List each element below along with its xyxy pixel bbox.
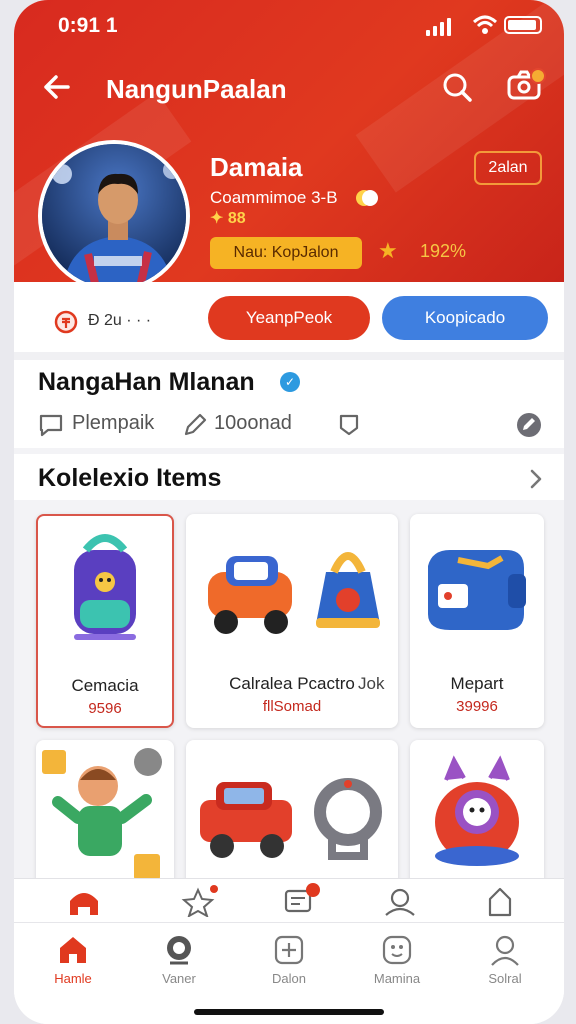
home-fill-icon[interactable]	[66, 887, 102, 917]
camera-icon[interactable]	[506, 68, 542, 102]
bottom-bar: Hamle Vaner Dalon Mamina Solral	[14, 878, 564, 1024]
rank-badge: Nau: KopJalon	[210, 237, 362, 269]
item-extra-label: Jok	[358, 674, 385, 693]
meta-label-1: Plempaik	[72, 412, 155, 434]
chevron-right-icon[interactable]	[526, 466, 546, 492]
profile-emoji: ✦ 88	[210, 210, 246, 227]
message-badge	[306, 883, 320, 897]
nav-title: NangunPaalan	[106, 74, 287, 104]
secondary-tabs	[14, 879, 564, 923]
meta-label-2: 10oonad	[214, 412, 292, 434]
item-price: fllSomad	[262, 698, 322, 715]
toys-icon	[208, 552, 380, 634]
nav-search[interactable]: Vaner	[134, 933, 224, 986]
star-badge	[210, 885, 218, 893]
collection-grid: Cemacia 9596 Calralea Pcactro fllSomad J…	[14, 500, 564, 890]
message-button[interactable]: Koopicado	[382, 296, 548, 340]
level-percent: 192%	[420, 241, 467, 261]
user-icon	[491, 935, 519, 966]
edit-circle-icon[interactable]	[514, 410, 544, 440]
collection-title: Kolelexio Items	[38, 464, 222, 492]
home-indicator	[194, 1009, 384, 1015]
signal-icon	[426, 18, 451, 36]
nav-label: Vaner	[162, 971, 196, 986]
meta-row: Plempaik 10oonad	[14, 408, 564, 442]
phone-screen: 0:91 1 NangunPaalan Damaia Coammimoe 3-B…	[14, 0, 564, 1024]
creature-icon	[435, 755, 519, 866]
chat-icon[interactable]	[38, 412, 64, 438]
pencil-icon[interactable]	[182, 412, 208, 438]
nav-profile[interactable]: Solral	[460, 933, 550, 986]
bottom-nav: Hamle Vaner Dalon Mamina Solral	[14, 933, 564, 1003]
notification-dot	[530, 68, 546, 84]
item-card-car-bag[interactable]: Calralea Pcactro fllSomad Jok	[186, 514, 398, 728]
search-icon[interactable]	[440, 70, 474, 104]
search-icon	[167, 936, 191, 965]
item-name: Mepart	[450, 674, 504, 693]
player-photo	[42, 144, 186, 288]
fire-icon: ★	[378, 238, 398, 263]
home-icon	[60, 937, 86, 963]
profile-outline-icon[interactable]	[382, 887, 418, 917]
share-icon[interactable]	[482, 887, 518, 917]
nav-grid[interactable]: Dalon	[244, 933, 334, 986]
follower-count: Đ 2u · · ·	[88, 312, 152, 329]
nav-label: Hamle	[54, 971, 92, 986]
divider	[14, 448, 564, 454]
profile-subtitle: Coammimoe 3-B	[210, 188, 338, 207]
nav-messages[interactable]: Mamina	[352, 933, 442, 986]
bookmark-icon[interactable]	[336, 412, 362, 438]
top-nav: NangunPaalan	[14, 62, 564, 112]
profile-name: Damaia	[210, 152, 303, 182]
action-strip: Đ 2u · · · YeanpPeok Koopicado	[14, 282, 564, 352]
display-name: NangaHan Mlanan	[38, 368, 255, 396]
status-bar: 0:91 1	[14, 0, 564, 50]
item-card-creature[interactable]	[410, 740, 544, 890]
follow-button[interactable]: YeanpPeok	[208, 296, 370, 340]
item-name: Cemacia	[71, 676, 139, 695]
figure-icon	[42, 748, 162, 880]
grid-icon	[274, 935, 304, 965]
item-card-vehicle[interactable]	[186, 740, 398, 890]
online-indicator	[362, 190, 378, 206]
wifi-icon	[472, 15, 498, 34]
nav-label: Mamina	[373, 971, 421, 986]
divider	[14, 352, 564, 360]
profile-header: 0:91 1 NangunPaalan Damaia Coammimoe 3-B…	[14, 0, 564, 292]
item-card-machine[interactable]: Mepart 39996	[410, 514, 544, 728]
backpack-icon	[74, 534, 136, 640]
battery-icon	[504, 16, 542, 34]
edit-profile-button[interactable]: 2alan	[474, 151, 542, 185]
item-card-backpack[interactable]: Cemacia 9596	[36, 514, 174, 728]
nav-home[interactable]: Hamle	[28, 933, 118, 986]
status-time: 0:91 1	[58, 14, 118, 37]
machine-icon	[428, 550, 526, 630]
coin-icon	[54, 310, 78, 334]
verified-icon: ✓	[280, 372, 300, 392]
item-card-figure[interactable]	[36, 740, 174, 890]
nav-label: Solral	[488, 971, 522, 986]
smile-icon	[382, 935, 412, 965]
back-arrow-icon[interactable]	[40, 70, 74, 104]
nav-label: Dalon	[272, 971, 306, 986]
avatar[interactable]	[38, 140, 190, 292]
vehicle-icon	[200, 778, 382, 860]
item-price: 9596	[88, 700, 122, 717]
item-price: 39996	[456, 698, 498, 715]
